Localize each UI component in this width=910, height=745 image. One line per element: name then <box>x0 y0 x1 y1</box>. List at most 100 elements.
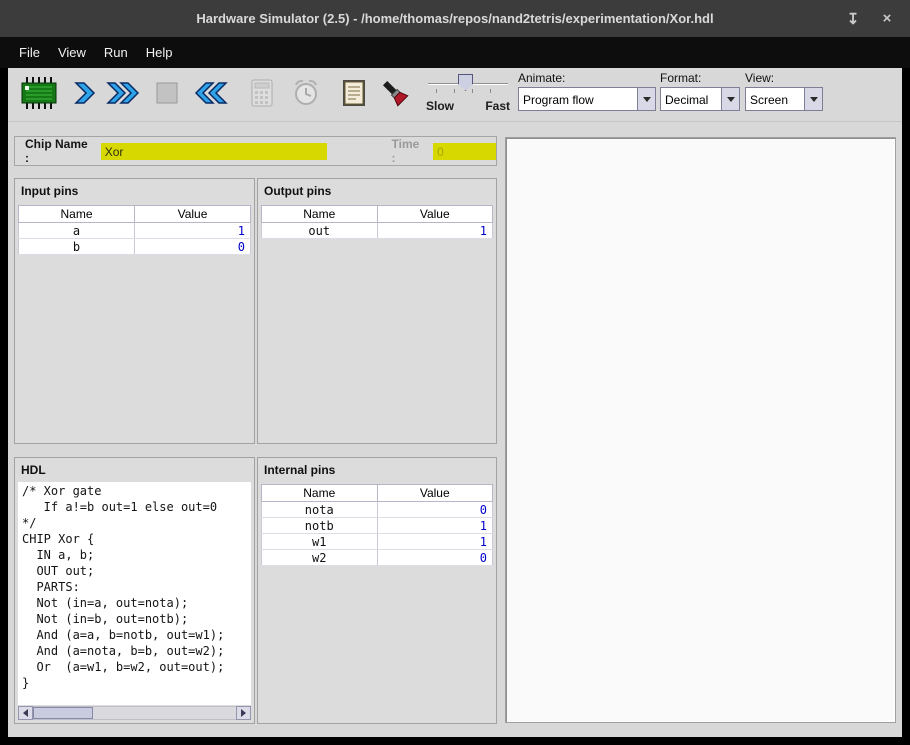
minimize-button[interactable]: ↧ <box>844 10 862 28</box>
app-area: Slow Fast Animate: Program flow Format: … <box>8 68 902 737</box>
column-header-value: Value <box>135 206 251 223</box>
calculator-icon <box>249 78 275 113</box>
brush-icon <box>380 78 410 113</box>
toolbar: Slow Fast Animate: Program flow Format: … <box>8 68 902 122</box>
format-select[interactable]: Decimal <box>660 87 740 111</box>
window-titlebar: Hardware Simulator (2.5) - /home/thomas/… <box>0 0 910 37</box>
input-pins-table: Name Value a 1 b 0 <box>18 205 251 255</box>
slider-thumb[interactable] <box>458 74 473 91</box>
chevron-down-icon <box>643 97 651 102</box>
pin-name: w1 <box>262 534 378 550</box>
pin-row[interactable]: w2 0 <box>262 550 493 566</box>
pin-row[interactable]: a 1 <box>19 223 251 239</box>
chevron-down-icon <box>810 97 818 102</box>
fast-forward-icon <box>106 79 140 112</box>
document-icon <box>340 78 368 113</box>
pin-value: 0 <box>377 502 493 518</box>
input-pins-title: Input pins <box>15 179 254 203</box>
pin-row[interactable]: out 1 <box>262 223 493 239</box>
menu-item-file[interactable]: File <box>10 41 49 64</box>
animate-selected-value: Program flow <box>519 88 637 110</box>
output-pins-panel: Output pins Name Value out 1 <box>257 178 497 444</box>
slider-tick <box>490 89 491 93</box>
reset-button[interactable] <box>192 74 230 116</box>
close-button[interactable]: × <box>878 10 896 27</box>
scrollbar-track[interactable] <box>33 706 236 720</box>
scroll-left-button[interactable] <box>18 706 33 720</box>
view-label: View: <box>745 71 823 85</box>
column-header-value: Value <box>377 485 493 502</box>
single-step-button[interactable] <box>66 74 104 116</box>
internal-pins-panel: Internal pins Name Value nota 0 notb 1 w… <box>257 457 497 724</box>
clock-icon <box>291 78 321 113</box>
input-pins-panel: Input pins Name Value a 1 b 0 <box>14 178 255 444</box>
view-dropdown-button[interactable] <box>804 88 822 110</box>
clock-button[interactable] <box>288 74 324 116</box>
slider-fast-label: Fast <box>485 99 510 113</box>
animate-dropdown-button[interactable] <box>637 88 655 110</box>
stop-button[interactable] <box>150 74 184 116</box>
view-select[interactable]: Screen <box>745 87 823 111</box>
pin-name: nota <box>262 502 378 518</box>
calculator-button[interactable] <box>244 74 280 116</box>
chip-name-label: Chip Name : <box>25 137 94 165</box>
chevron-down-icon <box>727 97 735 102</box>
column-header-name: Name <box>19 206 135 223</box>
hdl-title: HDL <box>15 458 254 482</box>
pin-row[interactable]: nota 0 <box>262 502 493 518</box>
internal-pins-table: Name Value nota 0 notb 1 w1 1 w2 <box>261 484 493 566</box>
chip-name-bar: Chip Name : Xor Time : 0 <box>14 136 497 166</box>
hdl-horizontal-scrollbar[interactable] <box>18 706 251 720</box>
slider-tick <box>436 89 437 93</box>
output-pins-table: Name Value out 1 <box>261 205 493 239</box>
menu-bar: File View Run Help <box>0 37 910 68</box>
pin-row[interactable]: w1 1 <box>262 534 493 550</box>
pin-name: w2 <box>262 550 378 566</box>
output-pins-title: Output pins <box>258 179 496 203</box>
column-header-name: Name <box>262 206 378 223</box>
pin-row[interactable]: b 0 <box>19 239 251 255</box>
pin-value: 1 <box>377 518 493 534</box>
column-header-value: Value <box>377 206 493 223</box>
screen-view-panel <box>505 137 896 723</box>
slider-slow-label: Slow <box>426 99 454 113</box>
format-selected-value: Decimal <box>661 88 721 110</box>
arrow-left-icon <box>23 709 28 717</box>
pin-name: notb <box>262 518 378 534</box>
format-label: Format: <box>660 71 740 85</box>
hdl-view-button[interactable] <box>336 74 372 116</box>
step-forward-icon <box>72 79 98 112</box>
run-button[interactable] <box>104 74 142 116</box>
window-title: Hardware Simulator (2.5) - /home/thomas/… <box>196 11 713 26</box>
pin-name: b <box>19 239 135 255</box>
scrollbar-thumb[interactable] <box>33 707 93 719</box>
animate-select[interactable]: Program flow <box>518 87 656 111</box>
speed-slider[interactable]: Slow Fast <box>426 70 510 118</box>
view-selected-value: Screen <box>746 88 804 110</box>
hdl-code-view[interactable]: /* Xor gate If a!=b out=1 else out=0 */ … <box>18 482 251 705</box>
pin-value: 1 <box>377 534 493 550</box>
slider-tick <box>454 89 455 93</box>
column-header-name: Name <box>262 485 378 502</box>
arrow-right-icon <box>241 709 246 717</box>
pin-row[interactable]: notb 1 <box>262 518 493 534</box>
hdl-panel: HDL /* Xor gate If a!=b out=1 else out=0… <box>14 457 255 724</box>
clear-button[interactable] <box>376 74 414 116</box>
menu-item-run[interactable]: Run <box>95 41 137 64</box>
pin-name: out <box>262 223 378 239</box>
time-label: Time : <box>392 137 426 165</box>
scroll-right-button[interactable] <box>236 706 251 720</box>
load-chip-button[interactable] <box>16 74 60 116</box>
slider-tick <box>472 89 473 93</box>
chip-name-field[interactable]: Xor <box>101 143 327 160</box>
pin-value[interactable]: 1 <box>135 223 251 239</box>
pin-value: 0 <box>377 550 493 566</box>
format-dropdown-button[interactable] <box>721 88 739 110</box>
pin-value[interactable]: 0 <box>135 239 251 255</box>
rewind-icon <box>194 79 228 112</box>
menu-item-view[interactable]: View <box>49 41 95 64</box>
menu-item-help[interactable]: Help <box>137 41 182 64</box>
chip-icon <box>19 76 57 115</box>
pin-name: a <box>19 223 135 239</box>
stop-icon <box>156 82 178 109</box>
